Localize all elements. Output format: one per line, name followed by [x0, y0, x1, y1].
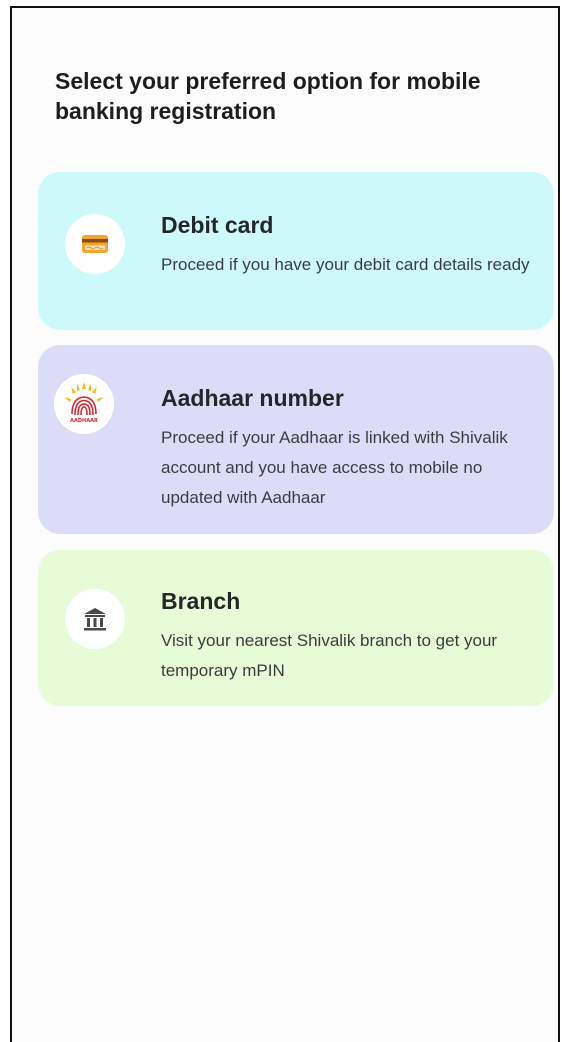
option-branch[interactable]: Branch Visit your nearest Shivalik branc… — [38, 550, 554, 706]
credit-card-icon — [65, 214, 125, 274]
aadhaar-logo-text: AADHAAR — [70, 418, 98, 424]
bank-building-icon — [65, 589, 125, 649]
option-title: Debit card — [161, 212, 274, 238]
option-title: Aadhaar number — [161, 385, 344, 411]
page-title: Select your preferred option for mobile … — [55, 68, 481, 124]
option-title: Branch — [161, 588, 241, 614]
option-aadhaar-number[interactable]: AADHAAR Aadhaar number Proceed if your A… — [38, 345, 554, 534]
option-description: Proceed if you have your debit card deta… — [161, 255, 530, 274]
option-description: Proceed if your Aadhaar is linked with S… — [161, 428, 508, 507]
aadhaar-logo-icon: AADHAAR — [54, 374, 114, 434]
option-debit-card[interactable]: Debit card Proceed if you have your debi… — [38, 172, 554, 330]
option-description: Visit your nearest Shivalik branch to ge… — [161, 631, 498, 680]
screen-frame: Select your preferred option for mobile … — [10, 6, 560, 1042]
